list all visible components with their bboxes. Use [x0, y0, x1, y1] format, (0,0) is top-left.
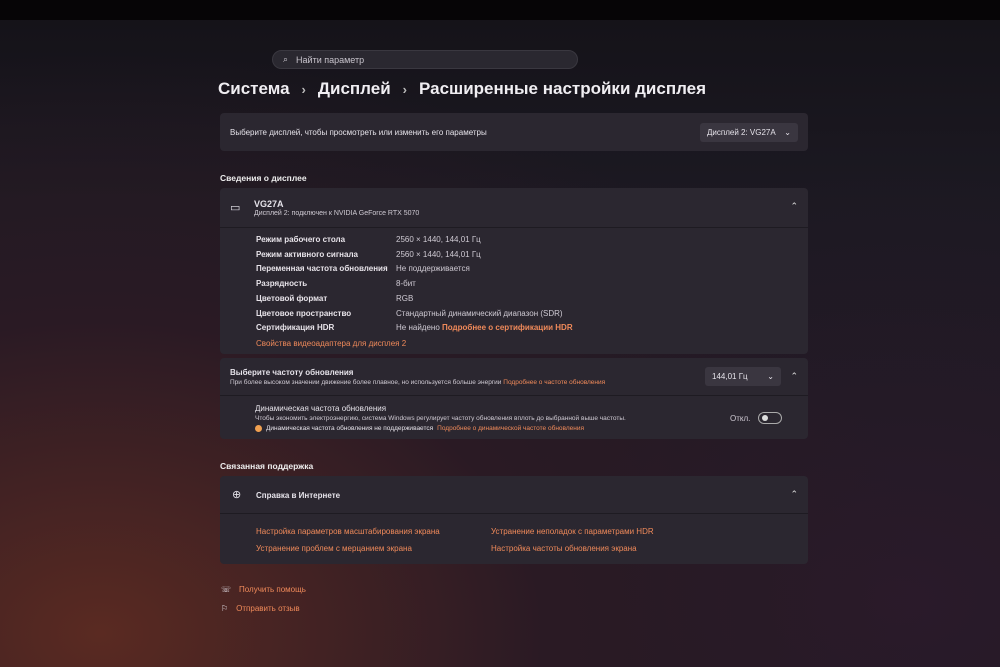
display-info-row: Сертификация HDR Не найдено Подробнее о с… [256, 323, 573, 332]
chevron-right-icon: › [301, 81, 306, 97]
feedback-icon: ⚐ [221, 604, 229, 613]
info-value: 8-бит [396, 279, 416, 288]
refresh-desc: При более высоком значении движение боле… [230, 379, 502, 386]
support-heading: Связанная поддержка [220, 461, 314, 471]
refresh-rate-value: 144,01 Гц [712, 372, 748, 381]
chevron-up-icon[interactable]: ⌃ [790, 489, 798, 500]
support-link-hdr[interactable]: Устранение неполадок с параметрами HDR [491, 527, 654, 536]
globe-icon: ⊕ [232, 489, 242, 501]
info-key: Переменная частота обновления [256, 264, 388, 274]
chevron-down-icon: ⌄ [767, 372, 774, 381]
display-info-row: Цветовой формат RGB [256, 294, 413, 303]
info-value-text: 2560 × 1440, 144,01 Гц [396, 235, 481, 244]
dynamic-refresh-link[interactable]: Подробнее о динамической частоте обновле… [437, 425, 584, 432]
info-value: Не поддерживается [396, 264, 470, 273]
monitor-bezel [0, 0, 1000, 20]
display-info-header[interactable]: ▭ VG27A Дисплей 2: подключен к NVIDIA Ge… [220, 188, 808, 228]
support-header[interactable]: ⊕ Справка в Интернете ⌃ [220, 476, 808, 514]
select-display-label: Выберите дисплей, чтобы просмотреть или … [230, 127, 487, 137]
display-subtitle: Дисплей 2: подключен к NVIDIA GeForce RT… [254, 210, 420, 217]
feedback-link[interactable]: ⚐ Отправить отзыв [221, 604, 300, 613]
support-link-flicker[interactable]: Устранение проблем с мерцанием экрана [256, 544, 412, 553]
info-value-text: RGB [396, 293, 414, 303]
chevron-down-icon: ⌄ [784, 127, 791, 137]
info-value: 2560 × 1440, 144,01 Гц [396, 250, 481, 259]
dynamic-refresh-warning: Динамическая частота обновления не подде… [266, 425, 434, 432]
dynamic-refresh-toggle[interactable] [758, 412, 782, 424]
search-icon: ⌕ [283, 54, 289, 64]
support-title: Справка в Интернете [256, 491, 341, 500]
display-info-row: Разрядность 8-бит [256, 279, 416, 288]
info-key: Цветовой формат [256, 293, 328, 303]
chevron-right-icon: › [402, 81, 407, 97]
info-value: RGB [396, 294, 413, 303]
info-key: Режим рабочего стола [256, 235, 346, 244]
get-help-link[interactable]: ☏ Получить помощь [221, 585, 306, 594]
info-value-text: Не поддерживается [396, 264, 470, 274]
chevron-up-icon[interactable]: ⌃ [790, 371, 798, 382]
display-name: VG27A [254, 199, 284, 209]
feedback-label: Отправить отзыв [236, 604, 300, 613]
refresh-link[interactable]: Подробнее о частоте обновления [503, 379, 605, 386]
display-dropdown[interactable]: Дисплей 2: VG27A ⌄ [700, 122, 798, 142]
page-title: Расширенные настройки дисплея [419, 79, 707, 98]
display-dropdown-value: Дисплей 2: VG27A [707, 127, 776, 137]
info-value-text: Стандартный динамический диапазон (SDR) [396, 308, 563, 318]
info-key: Режим активного сигнала [256, 249, 358, 259]
info-value-text: Не найдено [396, 323, 440, 333]
dynamic-refresh-title: Динамическая частота обновления [255, 404, 387, 413]
toggle-label: Откл. [730, 414, 751, 423]
info-key: Сертификация HDR [256, 323, 335, 333]
display-info-row: Режим рабочего стола 2560 × 1440, 144,01 … [256, 235, 481, 244]
search-placeholder: Найти параметр [296, 54, 365, 65]
display-info-row: Переменная частота обновления Не поддержи… [256, 264, 470, 273]
support-link-refresh[interactable]: Настройка частоты обновления экрана [491, 544, 637, 553]
info-key: Цветовое пространство [256, 308, 352, 318]
breadcrumb: Система › Дисплей › Расширенные настройки … [218, 79, 706, 99]
adapter-properties-link[interactable]: Свойства видеоадаптера для дисплея 2 [256, 339, 406, 348]
breadcrumb-display[interactable]: Дисплей [318, 79, 391, 99]
chevron-up-icon[interactable]: ⌃ [790, 201, 798, 212]
hdr-cert-link[interactable]: Подробнее о сертификации HDR [442, 323, 573, 332]
laptop-icon: ▭ [230, 202, 241, 214]
info-value-text: 2560 × 1440, 144,01 Гц [396, 249, 481, 259]
dynamic-refresh-desc: Чтобы экономить электроэнергию, система … [255, 415, 626, 422]
display-info-row: Цветовое пространство Стандартный динамич… [256, 309, 563, 318]
help-icon: ☏ [221, 585, 232, 594]
info-value-text: 8-бит [396, 279, 416, 289]
refresh-title: Выберите частоту обновления [230, 368, 354, 377]
warning-icon [255, 425, 262, 432]
support-link-scaling[interactable]: Настройка параметров масштабирования экр… [256, 527, 440, 536]
select-display-card: Выберите дисплей, чтобы просмотреть или … [220, 113, 808, 151]
info-value: 2560 × 1440, 144,01 Гц [396, 235, 481, 244]
search-input[interactable]: ⌕ Найти параметр [272, 50, 578, 69]
get-help-label: Получить помощь [239, 585, 306, 594]
display-info-row: Режим активного сигнала 2560 × 1440, 144,… [256, 250, 481, 259]
info-key: Разрядность [256, 279, 308, 289]
info-value: Не найдено Подробнее о сертификации HDR [396, 323, 573, 332]
refresh-rate-card: Выберите частоту обновления При более вы… [220, 358, 808, 439]
refresh-rate-dropdown[interactable]: 144,01 Гц ⌄ [705, 367, 781, 386]
info-value: Стандартный динамический диапазон (SDR) [396, 309, 563, 318]
breadcrumb-system[interactable]: Система [218, 79, 290, 99]
display-info-heading: Сведения о дисплее [220, 173, 307, 183]
support-card: ⊕ Справка в Интернете ⌃ Настройка параме… [220, 476, 808, 564]
